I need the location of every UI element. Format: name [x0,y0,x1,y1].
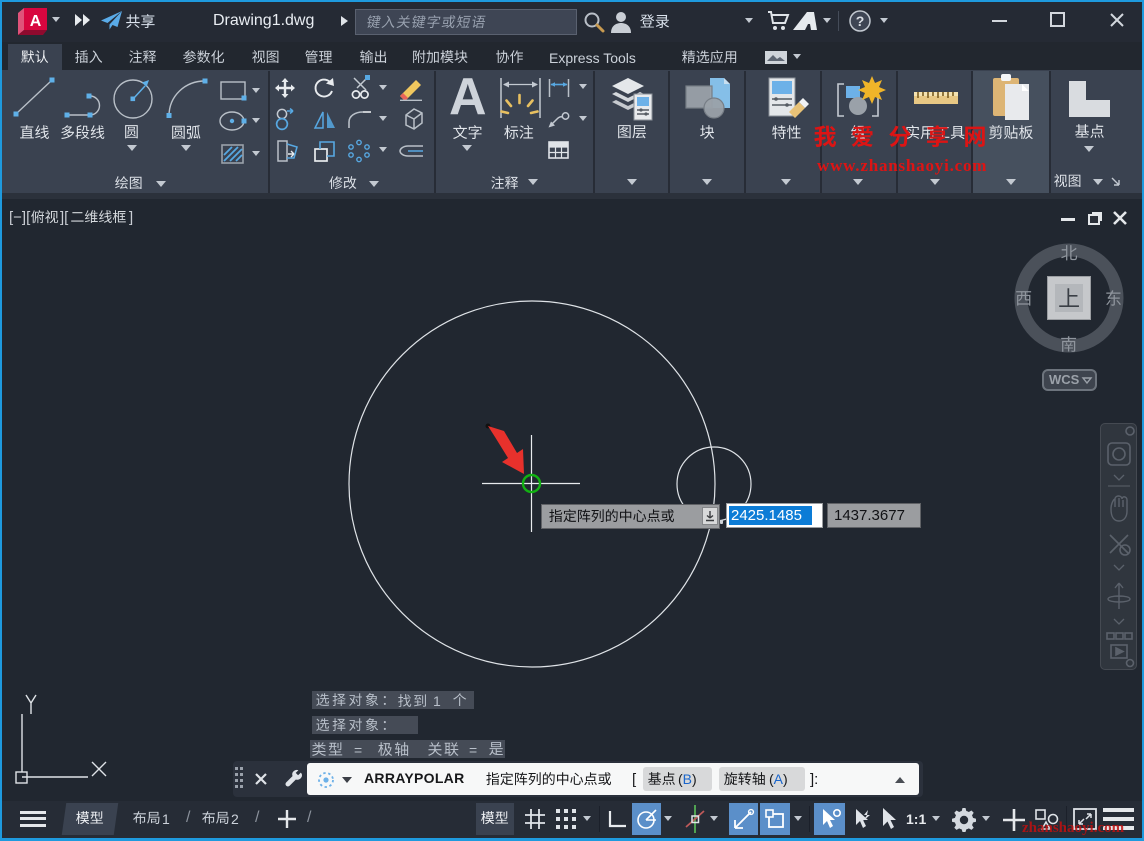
svg-text:A: A [30,13,42,30]
svg-text:?: ? [856,13,865,29]
